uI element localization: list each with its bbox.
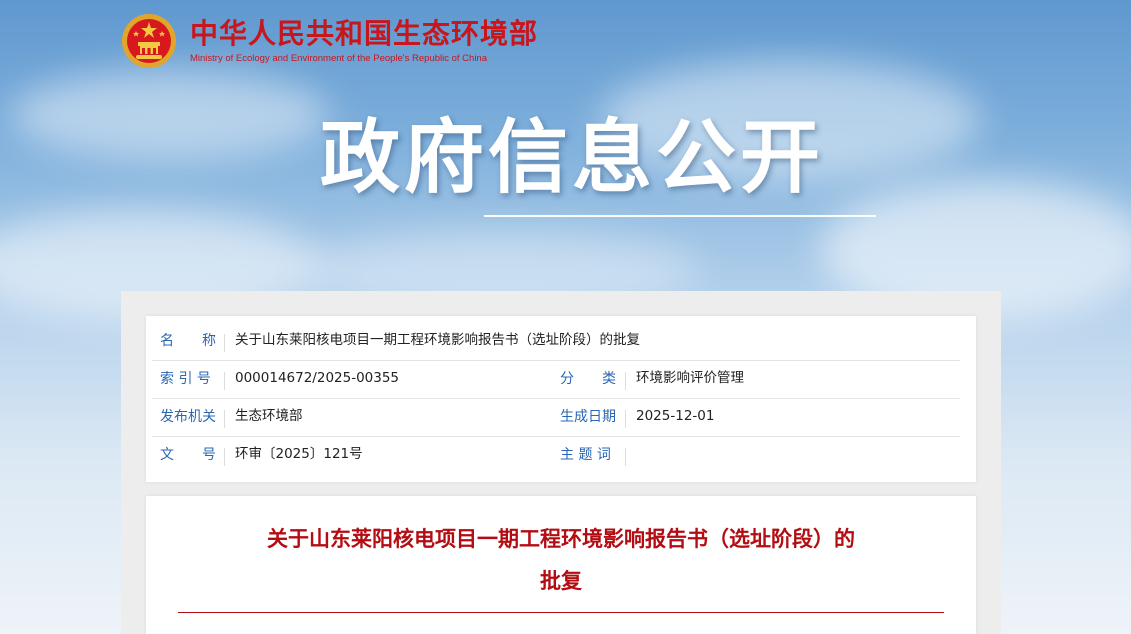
name-label: 名 称 <box>160 333 216 349</box>
meta-row-issuer: 发布机关 生态环境部 生成日期 2025-12-01 <box>152 398 960 437</box>
index-value: 000014672/2025-00355 <box>235 370 400 386</box>
date-label: 生成日期 <box>560 409 616 425</box>
index-label: 索 引 号 <box>160 371 211 387</box>
meta-row-name: 名 称 关于山东莱阳核电项目一期工程环境影响报告书（选址阶段）的批复 <box>152 322 960 361</box>
ministry-name-en: Ministry of Ecology and Environment of t… <box>190 53 488 64</box>
column-separator <box>625 448 626 466</box>
category-label: 分 类 <box>560 371 616 387</box>
meta-row-docno: 文 号 环审〔2025〕121号 主 题 词 <box>152 436 960 474</box>
issuer-label: 发布机关 <box>160 409 216 425</box>
document-title-line2: 批复 <box>540 569 582 593</box>
column-separator <box>224 334 225 352</box>
keywords-value <box>636 436 936 474</box>
site-header[interactable]: 中华人民共和国生态环境部 Ministry of Ecology and Env… <box>120 10 538 72</box>
meta-row-index: 索 引 号 000014672/2025-00355 分 类 环境影响评价管理 <box>152 360 960 399</box>
column-separator <box>224 410 225 428</box>
title-divider <box>178 612 944 613</box>
document-metadata-table: 名 称 关于山东莱阳核电项目一期工程环境影响报告书（选址阶段）的批复 索 引 号… <box>146 316 976 482</box>
column-separator <box>224 372 225 390</box>
category-value: 环境影响评价管理 <box>636 370 744 386</box>
page-banner-title: 政府信息公开 <box>320 111 824 204</box>
document-title-line1: 关于山东莱阳核电项目一期工程环境影响报告书（选址阶段）的 <box>267 527 855 551</box>
docno-label: 文 号 <box>160 447 216 463</box>
keywords-label: 主 题 词 <box>560 447 611 463</box>
cloud <box>10 70 330 160</box>
date-value: 2025-12-01 <box>636 408 715 424</box>
column-separator <box>625 372 626 390</box>
ministry-name-cn: 中华人民共和国生态环境部 <box>190 17 539 50</box>
document-title: 关于山东莱阳核电项目一期工程环境影响报告书（选址阶段）的 批复 <box>146 518 976 602</box>
issuer-value: 生态环境部 <box>235 408 303 424</box>
column-separator <box>625 410 626 428</box>
name-value: 关于山东莱阳核电项目一期工程环境影响报告书（选址阶段）的批复 <box>235 332 640 348</box>
column-separator <box>224 448 225 466</box>
document-content: 关于山东莱阳核电项目一期工程环境影响报告书（选址阶段）的 批复 <box>146 496 976 634</box>
banner-divider <box>484 215 876 217</box>
docno-value: 环审〔2025〕121号 <box>235 446 363 462</box>
national-emblem-icon <box>120 12 178 70</box>
